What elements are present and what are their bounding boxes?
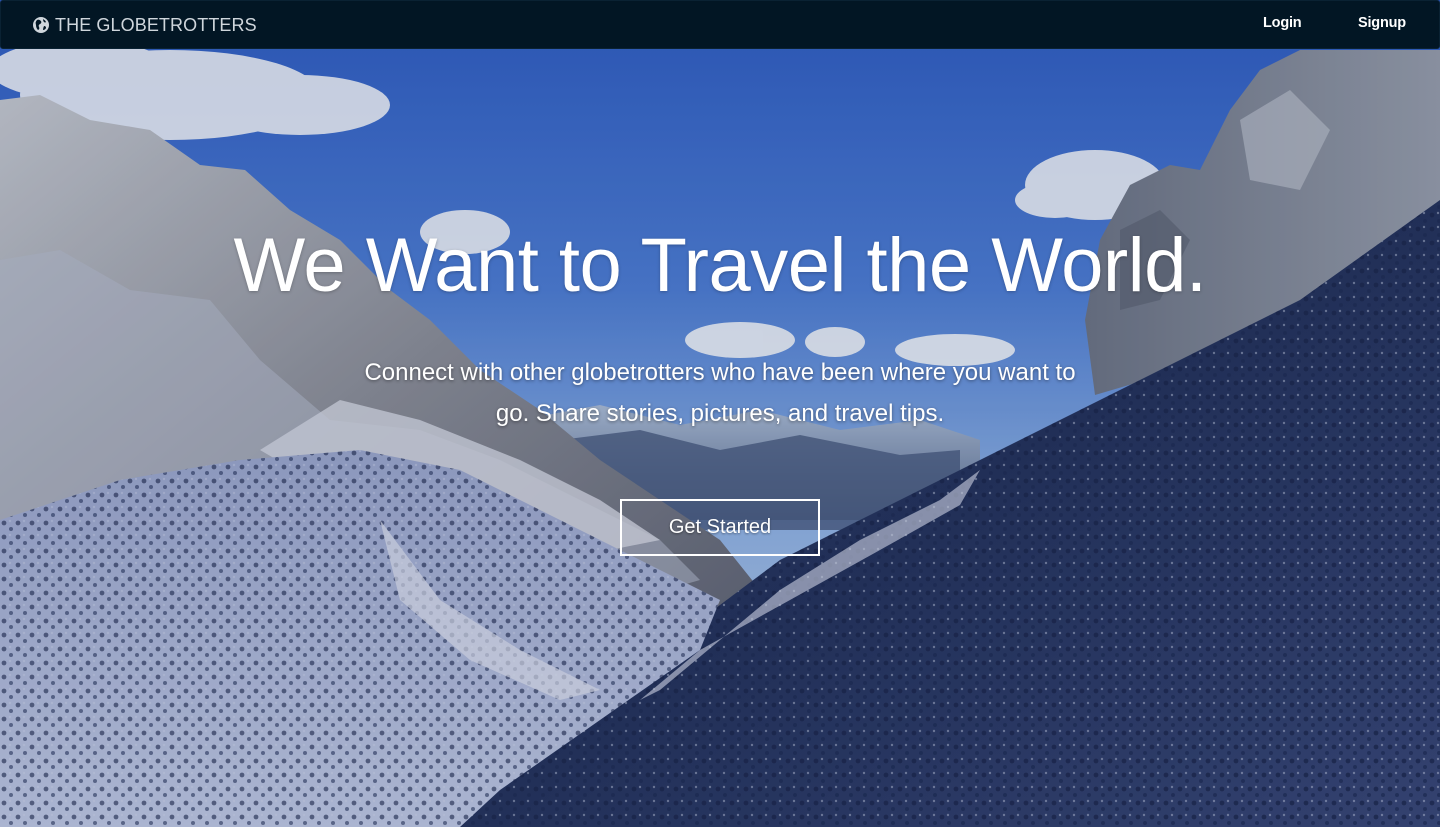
get-started-button[interactable]: Get Started	[620, 499, 820, 556]
brand-link[interactable]: THE GLOBETROTTERS	[32, 14, 257, 36]
hero-headline: We Want to Travel the World.	[233, 223, 1207, 308]
globe-icon	[32, 16, 50, 34]
login-link[interactable]: Login	[1263, 15, 1302, 31]
signup-link[interactable]: Signup	[1358, 15, 1406, 31]
hero-subtext: Connect with other globetrotters who hav…	[364, 359, 1076, 427]
brand-label: THE GLOBETROTTERS	[55, 14, 257, 35]
top-navbar: THE GLOBETROTTERS Login Signup	[0, 0, 1440, 49]
